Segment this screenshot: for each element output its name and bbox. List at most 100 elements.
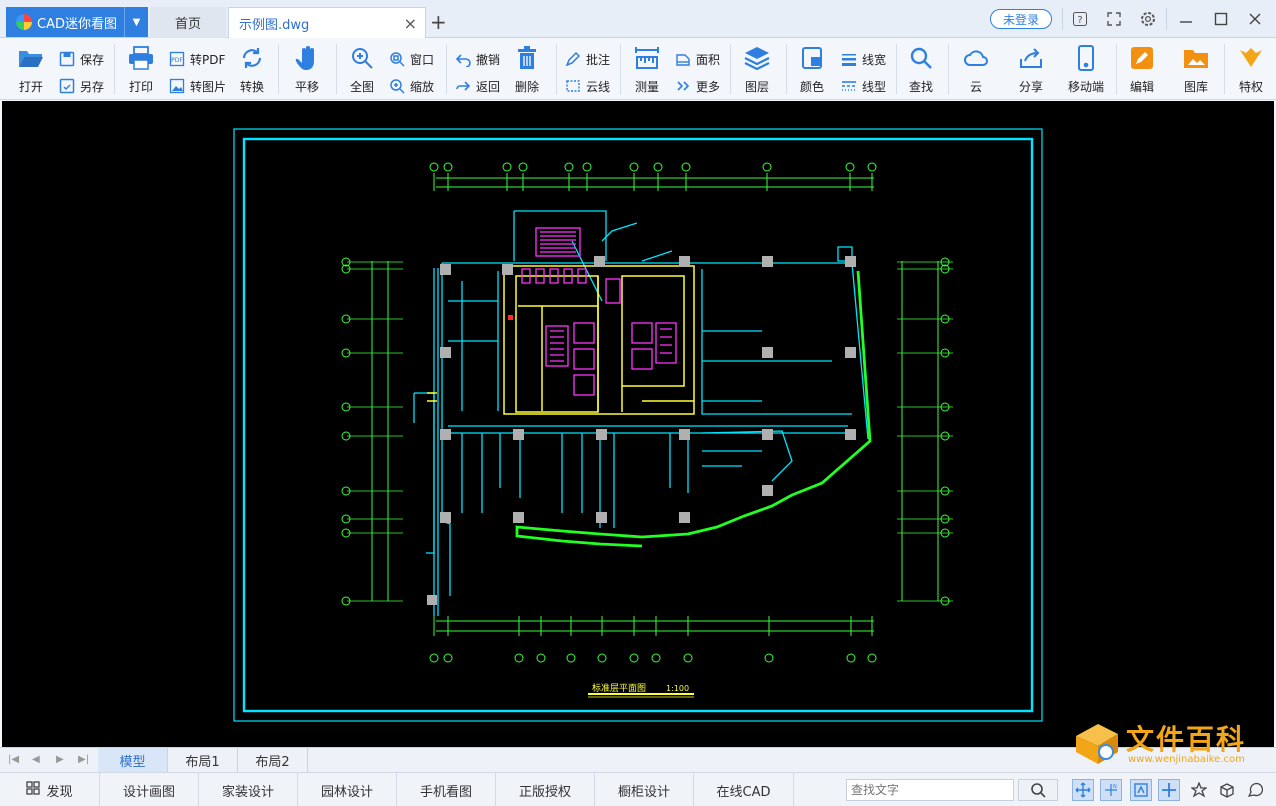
maximize-icon[interactable]	[1211, 9, 1231, 29]
new-tab-button[interactable]: +	[430, 10, 447, 34]
annotate-label: 批注	[586, 52, 611, 67]
area-button[interactable]: 面积	[674, 48, 720, 70]
first-layout-icon[interactable]: |◀	[8, 754, 19, 765]
close-window-icon[interactable]	[1245, 9, 1265, 29]
text-display-icon[interactable]	[1130, 779, 1152, 801]
tab-file-label: 示例图.dwg	[239, 17, 310, 33]
app-logo-icon	[16, 14, 32, 30]
divider	[278, 44, 279, 94]
pan-button[interactable]: 平移	[286, 38, 328, 100]
mobile-view-link[interactable]: 手机看图	[397, 773, 496, 806]
more-button[interactable]: 更多	[674, 75, 720, 97]
online-cad-link[interactable]: 在线CAD	[694, 773, 794, 806]
zoom-icon	[388, 77, 406, 95]
last-layout-icon[interactable]: ▶|	[78, 754, 89, 765]
save-label: 保存	[80, 52, 105, 67]
open-button[interactable]: 打开	[10, 38, 52, 100]
app-menu-button[interactable]: CAD迷你看图 ▼	[6, 7, 148, 37]
zoom-label: 缩放	[410, 79, 435, 94]
design-drawing-link[interactable]: 设计画图	[100, 773, 199, 806]
to-image-button[interactable]: 转图片	[168, 75, 226, 97]
zoom-extents-icon	[348, 44, 376, 72]
next-layout-icon[interactable]: ▶	[56, 754, 64, 765]
fullscreen-icon[interactable]	[1104, 9, 1124, 29]
discover-button[interactable]: 发现	[0, 773, 100, 806]
undo-button[interactable]: 撤销	[454, 48, 500, 70]
tab-layout2[interactable]: 布局2	[238, 748, 308, 773]
garden-design-link[interactable]: 园林设计	[298, 773, 397, 806]
building-core	[427, 265, 695, 415]
divider	[556, 44, 557, 94]
favorite-star-icon[interactable]	[1188, 779, 1210, 801]
convert-arrows-icon	[238, 44, 266, 72]
hand-icon	[293, 44, 321, 72]
orthogonal-icon[interactable]: N	[1100, 779, 1122, 801]
convert-button[interactable]: 转换	[232, 38, 272, 100]
undo-label: 撤销	[476, 52, 501, 67]
tab-home[interactable]: 首页	[150, 7, 226, 38]
double-chevron-icon	[674, 77, 692, 95]
tab-file[interactable]: 示例图.dwg ×	[228, 7, 426, 38]
ruler-icon	[633, 44, 661, 72]
undo-arrow-icon	[454, 50, 472, 68]
home-design-link[interactable]: 家装设计	[199, 773, 298, 806]
drawing-scale: 1:100	[666, 684, 689, 693]
layers-icon	[743, 44, 771, 72]
line-type-button[interactable]: 线型	[840, 75, 886, 97]
edit-button[interactable]: 编辑	[1122, 38, 1162, 100]
settings-gear-icon[interactable]	[1138, 9, 1158, 29]
full-view-button[interactable]: 全图	[342, 38, 382, 100]
divider	[446, 44, 447, 94]
back-button[interactable]: 返回	[454, 75, 500, 97]
tab-model[interactable]: 模型	[98, 748, 168, 773]
print-button[interactable]: 打印	[120, 38, 162, 100]
delete-button[interactable]: 删除	[506, 38, 548, 100]
color-label: 颜色	[799, 80, 824, 94]
save-as-button[interactable]: 另存	[58, 75, 104, 97]
line-width-button[interactable]: 线宽	[840, 48, 886, 70]
tab-layout1[interactable]: 布局1	[168, 748, 238, 773]
cloud-line-label: 云线	[586, 79, 611, 94]
to-pdf-button[interactable]: PDF 转PDF	[168, 48, 225, 70]
find-button[interactable]: 查找	[902, 38, 940, 100]
login-button[interactable]: 未登录	[990, 9, 1052, 29]
text-search-input[interactable]	[846, 779, 1014, 801]
divider	[1166, 8, 1167, 30]
cloud-line-button[interactable]: 云线	[564, 75, 610, 97]
color-button[interactable]: 颜色	[792, 38, 832, 100]
feedback-icon[interactable]	[1244, 779, 1266, 801]
share-icon	[1017, 44, 1045, 72]
search-button[interactable]	[1018, 779, 1058, 801]
share-button[interactable]: 分享	[1010, 38, 1052, 100]
drawing-canvas[interactable]: 标准层平面图 1:100	[2, 101, 1274, 747]
3d-view-icon[interactable]	[1216, 779, 1238, 801]
crosshair-icon[interactable]	[1158, 779, 1180, 801]
close-tab-icon[interactable]: ×	[404, 14, 417, 33]
divider	[948, 44, 949, 94]
cabinet-design-link[interactable]: 橱柜设计	[595, 773, 694, 806]
minimize-icon[interactable]	[1176, 9, 1196, 29]
annotate-button[interactable]: 批注	[564, 48, 610, 70]
sheet-inner-frame	[242, 137, 1034, 713]
cloud-line-icon	[564, 77, 582, 95]
gallery-button[interactable]: 图库	[1176, 38, 1216, 100]
gallery-label: 图库	[1183, 80, 1208, 94]
zoom-window-button[interactable]: 窗口	[388, 48, 434, 70]
save-button[interactable]: 保存	[58, 48, 104, 70]
zoom-button[interactable]: 缩放	[388, 75, 434, 97]
mobile-button[interactable]: 移动端	[1062, 38, 1110, 100]
divider	[896, 44, 897, 94]
measure-button[interactable]: 测量	[626, 38, 668, 100]
vip-button[interactable]: 特权	[1230, 38, 1272, 100]
license-link[interactable]: 正版授权	[496, 773, 595, 806]
status-bar: 发现 设计画图 家装设计 园林设计 手机看图 正版授权 橱柜设计 在线CAD N	[0, 772, 1276, 806]
layers-button[interactable]: 图层	[736, 38, 778, 100]
printer-icon	[127, 44, 155, 72]
help-icon[interactable]: ?	[1070, 9, 1090, 29]
line-width-label: 线宽	[862, 52, 887, 67]
open-label: 打开	[18, 80, 43, 94]
floppy-disk-icon	[58, 50, 76, 68]
prev-layout-icon[interactable]: ◀	[32, 754, 40, 765]
cloud-button[interactable]: 云	[956, 38, 996, 100]
snap-move-icon[interactable]	[1072, 779, 1094, 801]
